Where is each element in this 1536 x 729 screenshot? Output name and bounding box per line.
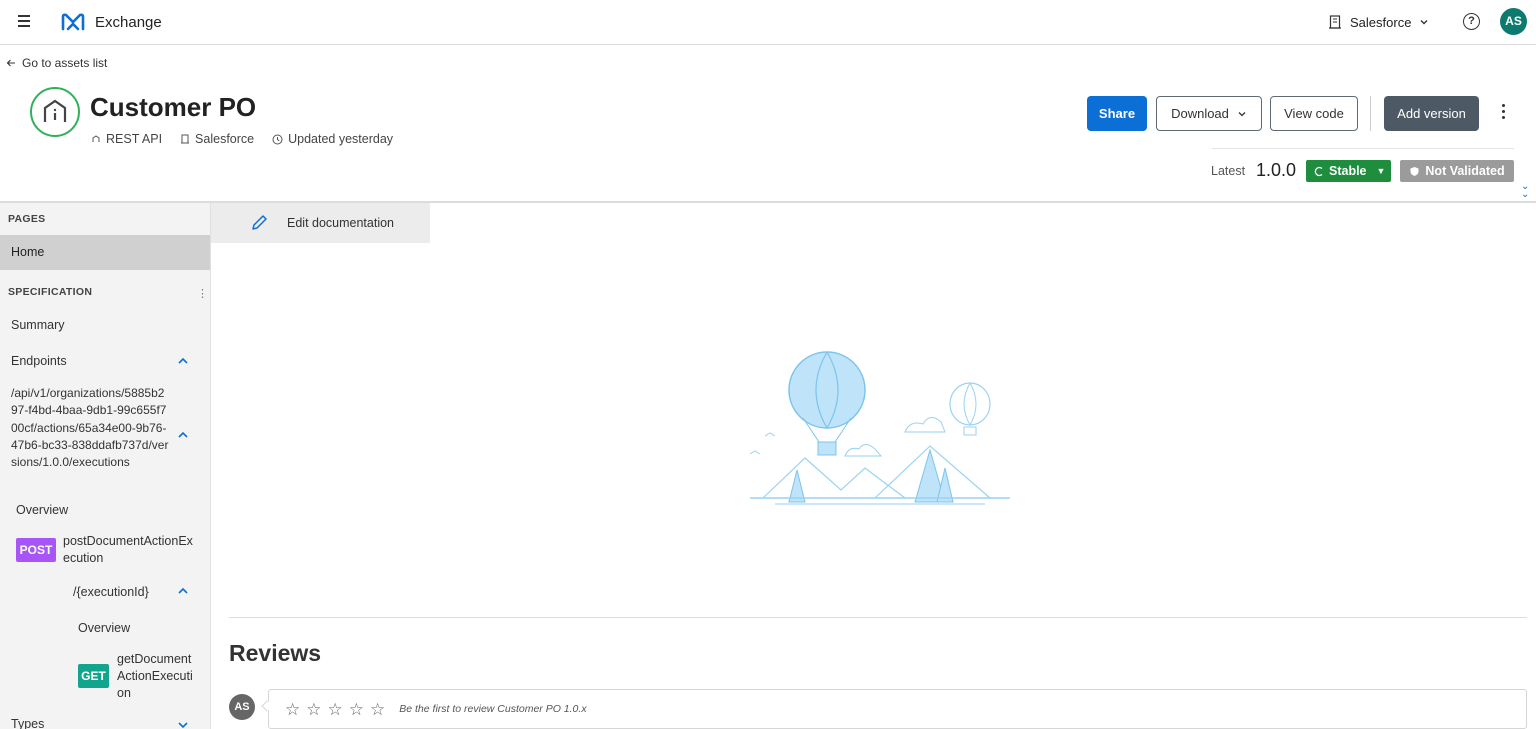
download-button[interactable]: Download [1156, 96, 1262, 131]
clock-icon [272, 134, 283, 144]
chevron-down-icon [1238, 111, 1246, 116]
asset-updated-label: Updated yesterday [288, 132, 394, 146]
api-icon [92, 135, 100, 142]
reviews-title: Reviews [229, 640, 322, 666]
building-icon [1329, 15, 1341, 29]
back-to-assets-link[interactable]: Go to assets list [6, 56, 107, 70]
pages-heading: PAGES [8, 213, 46, 225]
star-icon-3[interactable]: ☆ [328, 701, 343, 718]
asset-meta: REST API Salesforce Updated yesterday [91, 132, 393, 146]
latest-label: Latest [1211, 164, 1246, 178]
expand-header-icon[interactable]: ⌄ ⌄ [1521, 182, 1529, 200]
caret-down-icon: ▼ [1376, 166, 1386, 176]
review-input-box[interactable]: ☆ ☆ ☆ ☆ ☆ Be the first to review Custome… [268, 689, 1527, 729]
specification-heading: SPECIFICATION [8, 286, 93, 298]
star-icon-5[interactable]: ☆ [370, 701, 385, 718]
asset-type-label: REST API [106, 132, 163, 146]
version-divider [1212, 148, 1514, 149]
user-avatar[interactable]: AS [1500, 8, 1527, 35]
more-options-icon[interactable] [1497, 101, 1509, 125]
page-title: Customer PO [90, 92, 257, 122]
org-name: Salesforce [1350, 14, 1412, 30]
empty-state-illustration [749, 351, 1010, 505]
post-method-badge: POST [16, 538, 56, 562]
edit-documentation-label: Edit documentation [287, 216, 395, 230]
app-name[interactable]: Exchange [95, 14, 162, 31]
sidebar-item-sub-path[interactable]: /{executionId} [73, 584, 149, 601]
sidebar: PAGES Home SPECIFICATION ⋮ Summary Endpo… [0, 203, 211, 729]
building-icon [181, 134, 190, 144]
back-link-label: Go to assets list [22, 56, 108, 70]
pencil-icon [252, 215, 267, 230]
exchange-logo-icon[interactable] [60, 11, 86, 33]
asset-org-label: Salesforce [195, 132, 255, 146]
reviewer-avatar: AS [229, 694, 255, 720]
asset-org: Salesforce [180, 132, 254, 146]
sidebar-item-post-operation[interactable]: postDocumentActionExecution [63, 533, 198, 567]
lifecycle-stable-dropdown[interactable]: Stable ▼ [1306, 160, 1391, 182]
sidebar-item-types[interactable]: Types [11, 717, 44, 729]
button-divider [1370, 96, 1371, 131]
stable-label: Stable [1329, 164, 1367, 178]
asset-icon [30, 87, 80, 137]
chevron-up-icon[interactable] [177, 355, 189, 367]
rest-api-house-icon [43, 99, 67, 122]
sidebar-item-overview[interactable]: Overview [16, 503, 68, 517]
arrow-left-icon [6, 59, 15, 67]
top-bar: Exchange Salesforce ? AS [0, 0, 1536, 45]
chevron-up-icon[interactable] [177, 429, 189, 441]
sidebar-endpoint-path[interactable]: /api/v1/organizations/5885b297-f4bd-4baa… [11, 385, 171, 471]
reviews-divider [229, 617, 1527, 618]
chevron-down-icon [1420, 20, 1428, 25]
add-version-button[interactable]: Add version [1384, 96, 1479, 131]
validation-badge: Not Validated [1400, 160, 1514, 182]
asset-type: REST API [91, 132, 162, 146]
help-icon[interactable]: ? [1463, 13, 1480, 30]
hamburger-icon[interactable] [16, 12, 36, 32]
download-button-label: Download [1171, 106, 1229, 121]
chevron-up-icon[interactable] [177, 585, 189, 597]
latest-version: 1.0.0 [1256, 160, 1297, 180]
sidebar-item-home[interactable]: Home [0, 235, 210, 270]
chevron-down-icon[interactable] [177, 719, 189, 729]
spec-options-icon[interactable]: ⋮ [197, 287, 208, 300]
sidebar-item-endpoints[interactable]: Endpoints [11, 354, 67, 368]
share-button[interactable]: Share [1087, 96, 1147, 131]
shield-icon [1410, 166, 1419, 176]
lifecycle-icon [1314, 166, 1323, 176]
org-switcher-button[interactable]: Salesforce [1328, 11, 1429, 33]
star-icon-4[interactable]: ☆ [349, 701, 364, 718]
review-prompt: Be the first to review Customer PO 1.0.x [399, 703, 587, 715]
sidebar-item-overview[interactable]: Overview [78, 620, 130, 637]
get-method-badge: GET [78, 664, 109, 688]
sidebar-item-get-operation[interactable]: getDocumentActionExecution [117, 651, 197, 702]
validation-label: Not Validated [1425, 164, 1505, 178]
view-code-button[interactable]: View code [1270, 96, 1358, 131]
star-icon-2[interactable]: ☆ [306, 701, 321, 718]
sidebar-item-summary[interactable]: Summary [11, 318, 64, 332]
edit-documentation-button[interactable]: Edit documentation [211, 203, 430, 243]
star-icon-1[interactable]: ☆ [285, 701, 300, 718]
asset-updated: Updated yesterday [272, 132, 393, 146]
